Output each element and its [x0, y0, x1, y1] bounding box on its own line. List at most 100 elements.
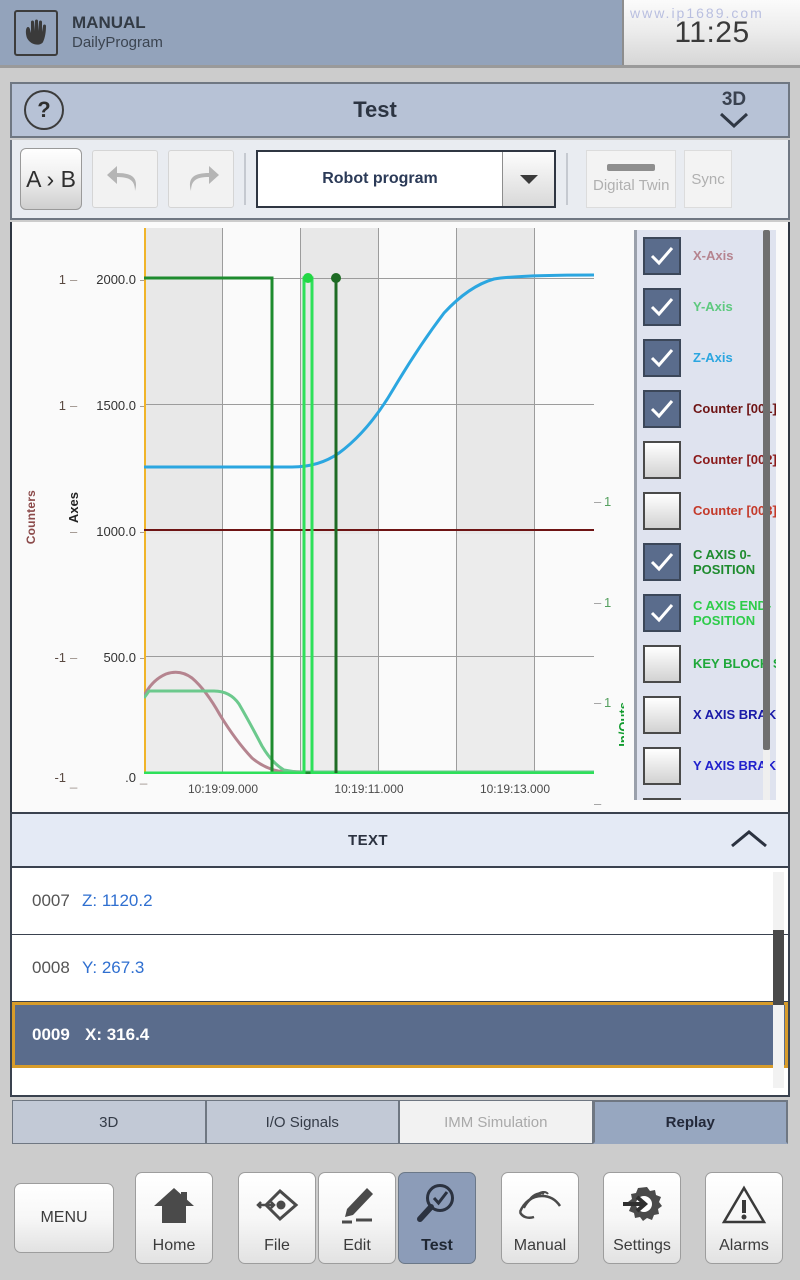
toolbar: A › B Robot program Digital Twin Sync — [10, 140, 790, 220]
inout-dash-0: – — [594, 494, 601, 509]
table-row[interactable]: 0007 Z: 1120.2 — [12, 868, 788, 935]
undo-arrow-icon — [105, 163, 145, 195]
legend-checkbox-9[interactable] — [643, 696, 681, 734]
manual-label: Manual — [514, 1237, 566, 1255]
legend-label-0: X-Axis — [693, 248, 733, 263]
view-3d-label: 3D — [722, 90, 746, 110]
tab-io-signals[interactable]: I/O Signals — [206, 1100, 400, 1144]
legend-item-0[interactable]: X-Axis — [637, 230, 776, 281]
plot-area[interactable] — [144, 228, 594, 774]
caret-down-icon[interactable] — [502, 152, 554, 206]
tab-imm-simulation[interactable]: IMM Simulation — [399, 1100, 593, 1144]
legend-checkbox-6[interactable] — [643, 543, 681, 581]
toolbar-separator-1 — [244, 153, 246, 205]
legend-list[interactable]: X-Axis Y-Axis Z-Axis — [634, 230, 776, 800]
legend-item-4[interactable]: Counter [002] — [637, 434, 776, 485]
text-panel-title: TEXT — [12, 832, 724, 849]
legend-scrollbar-thumb[interactable] — [763, 230, 770, 750]
legend-item-11[interactable] — [637, 791, 776, 800]
view-3d-toggle[interactable]: 3D — [686, 90, 782, 130]
legend-item-3[interactable]: Counter [001] — [637, 383, 776, 434]
legend-item-10[interactable]: Y AXIS BRAKE — [637, 740, 776, 791]
program-name-label: DailyProgram — [72, 33, 163, 52]
settings-label: Settings — [613, 1237, 671, 1255]
legend-item-9[interactable]: X AXIS BRAKE — [637, 689, 776, 740]
legend-item-6[interactable]: C AXIS 0-POSITION — [637, 536, 776, 587]
status-spacer — [163, 0, 622, 65]
legend-item-8[interactable]: KEY BLOCK STOP — [637, 638, 776, 689]
program-select[interactable]: Robot program — [256, 150, 556, 208]
row-number: 0007 — [12, 891, 82, 911]
counters-dash-1: – — [70, 398, 77, 413]
home-button[interactable]: Home — [135, 1172, 213, 1264]
clock-box: www.ip1689.com 11:25 — [622, 0, 800, 65]
text-list-scrollbar-thumb[interactable] — [773, 930, 784, 1005]
help-icon[interactable]: ? — [24, 90, 64, 130]
legend-checkbox-2[interactable] — [643, 339, 681, 377]
alarms-button[interactable]: Alarms — [705, 1172, 783, 1264]
inout-tick-0: 1 — [604, 494, 611, 509]
legend-item-7[interactable]: C AXIS END-POSITION — [637, 587, 776, 638]
file-button[interactable]: File — [238, 1172, 316, 1264]
toggle-bar-icon — [607, 164, 655, 171]
legend-scrollbar[interactable] — [763, 230, 770, 800]
series-z-axis — [144, 275, 594, 467]
menu-button[interactable]: MENU — [14, 1183, 114, 1253]
axes-axis-label: Axes — [66, 492, 81, 523]
manual-button[interactable]: Manual — [501, 1172, 579, 1264]
legend-checkbox-10[interactable] — [643, 747, 681, 785]
text-panel-header[interactable]: TEXT — [10, 812, 790, 868]
tab-replay[interactable]: Replay — [593, 1100, 789, 1144]
x-tick-1: 10:19:11.000 — [334, 782, 403, 796]
inout-dash-1: – — [594, 595, 601, 610]
app-screen: MANUAL DailyProgram www.ip1689.com 11:25… — [0, 0, 800, 1280]
digital-twin-label: Digital Twin — [593, 177, 669, 194]
mode-text: MANUAL DailyProgram — [72, 0, 163, 65]
legend-item-1[interactable]: Y-Axis — [637, 281, 776, 332]
counters-tick-3: -1 — [36, 650, 66, 665]
legend-checkbox-3[interactable] — [643, 390, 681, 428]
counters-tick-0: 1 — [36, 272, 66, 287]
axes-tick-0: 2000.0 — [80, 272, 136, 287]
home-label: Home — [153, 1237, 196, 1255]
edit-button[interactable]: Edit — [318, 1172, 396, 1264]
toolbar-separator-2 — [566, 153, 568, 205]
test-button[interactable]: Test — [398, 1172, 476, 1264]
legend-item-2[interactable]: Z-Axis — [637, 332, 776, 383]
axes-tick-3: 500.0 — [80, 650, 136, 665]
file-label: File — [264, 1237, 290, 1255]
digital-twin-button[interactable]: Digital Twin — [586, 150, 676, 208]
test-label: Test — [421, 1237, 453, 1255]
row-number: 0009 — [15, 1025, 85, 1045]
redo-button[interactable] — [168, 150, 234, 208]
legend-item-5[interactable]: Counter [003] — [637, 485, 776, 536]
sync-button[interactable]: Sync — [684, 150, 731, 208]
legend-checkbox-11[interactable] — [643, 798, 681, 801]
table-row-selected[interactable]: 0009 X: 316.4 — [12, 1002, 788, 1068]
home-icon — [152, 1173, 196, 1237]
tab-3d[interactable]: 3D — [12, 1100, 206, 1144]
legend-checkbox-1[interactable] — [643, 288, 681, 326]
legend-checkbox-0[interactable] — [643, 237, 681, 275]
undo-button[interactable] — [92, 150, 158, 208]
settings-button[interactable]: Settings — [603, 1172, 681, 1264]
axes-tick-1: 1500.0 — [80, 398, 136, 413]
title-bar: ? Test 3D — [10, 82, 790, 138]
axes-tick-2: 1000.0 — [80, 524, 136, 539]
counters-dash-4: _ — [70, 774, 77, 789]
counters-axis-label: Counters — [24, 490, 38, 544]
chevron-up-icon[interactable] — [724, 825, 774, 855]
gear-arrow-icon — [619, 1173, 665, 1237]
text-list-scrollbar[interactable] — [773, 872, 784, 1088]
plot-series — [144, 228, 594, 774]
ab-button[interactable]: A › B — [20, 148, 82, 210]
magnifier-check-icon — [414, 1173, 460, 1237]
program-text-list[interactable]: 0007 Z: 1120.2 0008 Y: 267.3 0009 X: 316… — [10, 868, 790, 1097]
legend-checkbox-4[interactable] — [643, 441, 681, 479]
legend-checkbox-5[interactable] — [643, 492, 681, 530]
edit-label: Edit — [343, 1237, 371, 1255]
table-row[interactable] — [12, 1068, 788, 1097]
legend-checkbox-7[interactable] — [643, 594, 681, 632]
legend-checkbox-8[interactable] — [643, 645, 681, 683]
table-row[interactable]: 0008 Y: 267.3 — [12, 935, 788, 1002]
